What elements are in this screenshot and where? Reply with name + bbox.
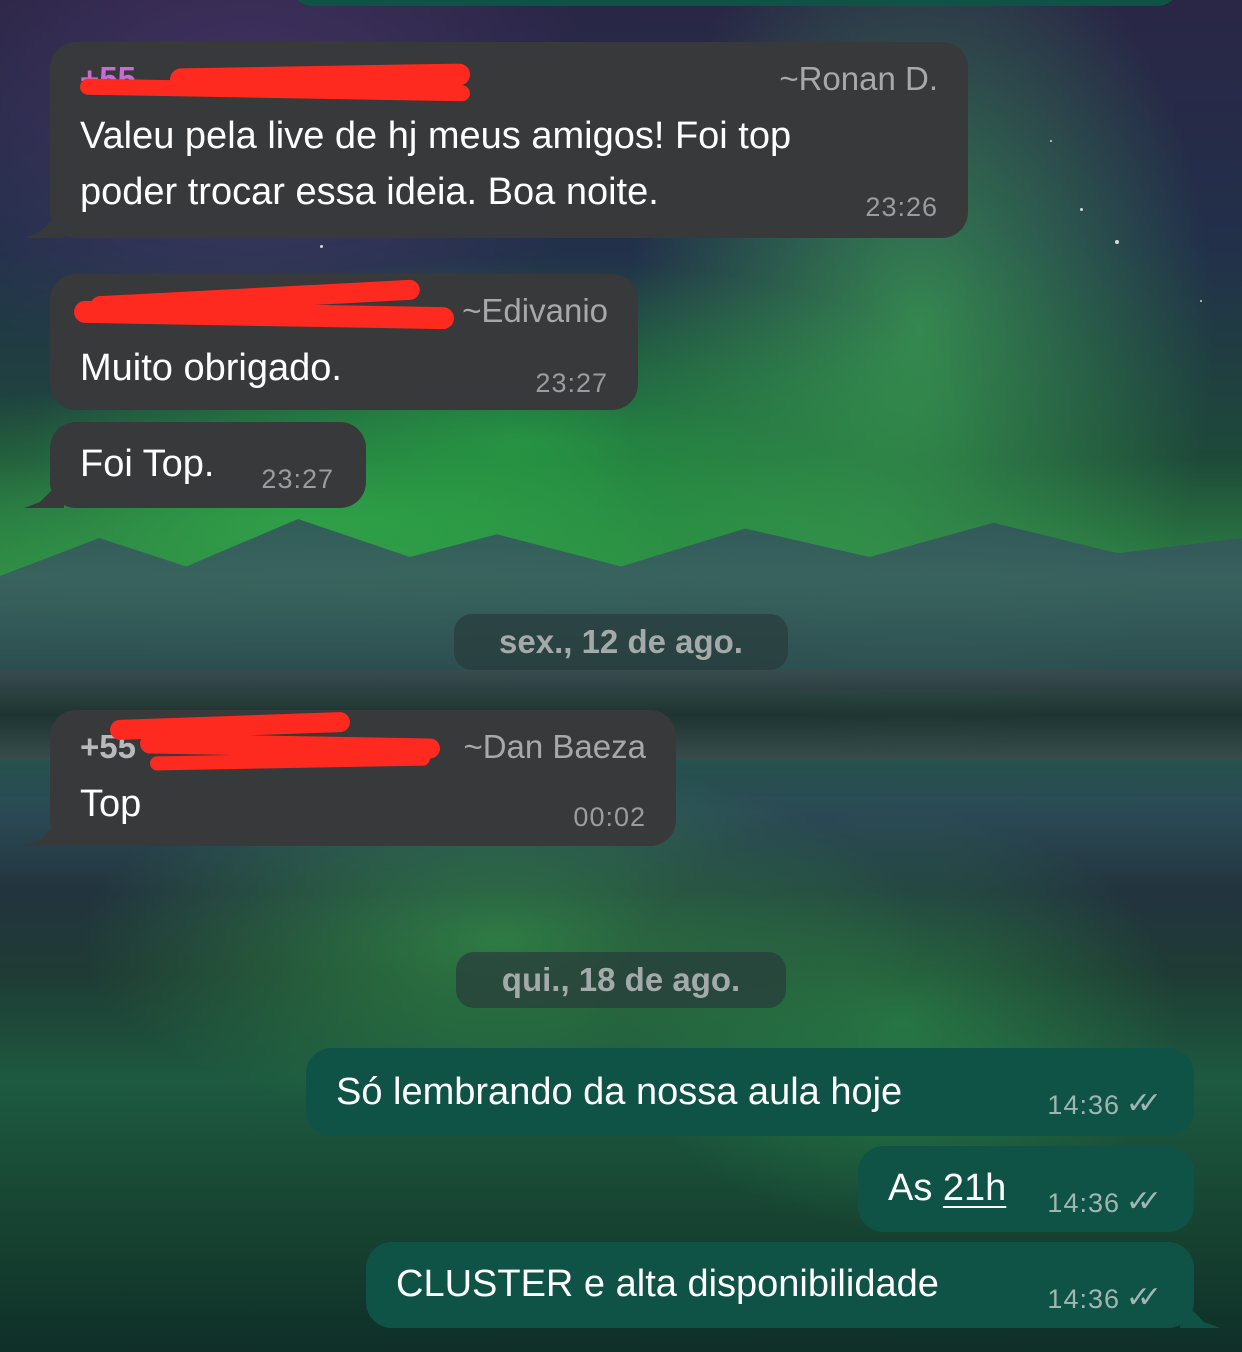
star bbox=[1050, 140, 1052, 142]
read-receipt-icon: ✓✓ bbox=[1125, 1281, 1162, 1314]
message-time: 14:36 bbox=[1047, 1090, 1120, 1120]
message-time: 23:26 bbox=[865, 192, 938, 222]
date-separator: sex., 12 de ago. bbox=[454, 614, 788, 670]
message-time: 14:36 bbox=[1047, 1188, 1120, 1218]
sender-name[interactable]: ~Ronan D. bbox=[779, 56, 938, 102]
sender-name[interactable]: ~Dan Baeza bbox=[463, 724, 646, 770]
message-time: 14:36 bbox=[1047, 1284, 1120, 1314]
message-text-prefix: As bbox=[888, 1167, 943, 1209]
message-text: Valeu pela live de hj meus amigos! Foi t… bbox=[80, 115, 792, 157]
read-receipt-icon: ✓✓ bbox=[1125, 1185, 1162, 1218]
star bbox=[320, 245, 323, 248]
message-time: 00:02 bbox=[573, 802, 646, 832]
message-text: Muito obrigado. bbox=[80, 347, 342, 389]
star bbox=[1200, 300, 1202, 302]
message-bubble[interactable]: +55 ~Dan Baeza Top 00:02 bbox=[50, 710, 676, 846]
date-separator: qui., 18 de ago. bbox=[456, 952, 786, 1008]
message-bubble[interactable]: As 21h 14:36 ✓✓ bbox=[858, 1146, 1194, 1232]
message-text: Top bbox=[80, 783, 142, 825]
message-text: As 21h bbox=[888, 1160, 1006, 1216]
sender-name[interactable]: ~Edivanio bbox=[462, 288, 608, 334]
star bbox=[1080, 208, 1083, 211]
read-receipt-icon: ✓✓ bbox=[1125, 1087, 1162, 1120]
message-text: Foi Top. bbox=[80, 443, 215, 485]
time-link[interactable]: 21h bbox=[943, 1167, 1006, 1209]
message-text: Só lembrando da nossa aula hoje bbox=[336, 1071, 903, 1113]
message-bubble[interactable]: Só lembrando da nossa aula hoje 14:36 ✓✓ bbox=[306, 1048, 1194, 1136]
message-text: poder trocar essa ideia. Boa noite. bbox=[80, 171, 659, 213]
message-text: CLUSTER e alta disponibilidade bbox=[396, 1263, 939, 1305]
message-bubble[interactable]: Foi Top. 23:27 bbox=[50, 422, 366, 508]
star bbox=[1115, 240, 1119, 244]
message-time: 23:27 bbox=[535, 368, 608, 398]
previous-message-bubble[interactable] bbox=[290, 0, 1180, 6]
message-time: 23:27 bbox=[261, 464, 334, 494]
message-bubble[interactable]: +55 ~Ronan D. Valeu pela live de hj meus… bbox=[50, 42, 968, 238]
message-bubble[interactable]: ~Edivanio Muito obrigado. 23:27 bbox=[50, 274, 638, 410]
message-bubble[interactable]: CLUSTER e alta disponibilidade 14:36 ✓✓ bbox=[366, 1242, 1194, 1328]
